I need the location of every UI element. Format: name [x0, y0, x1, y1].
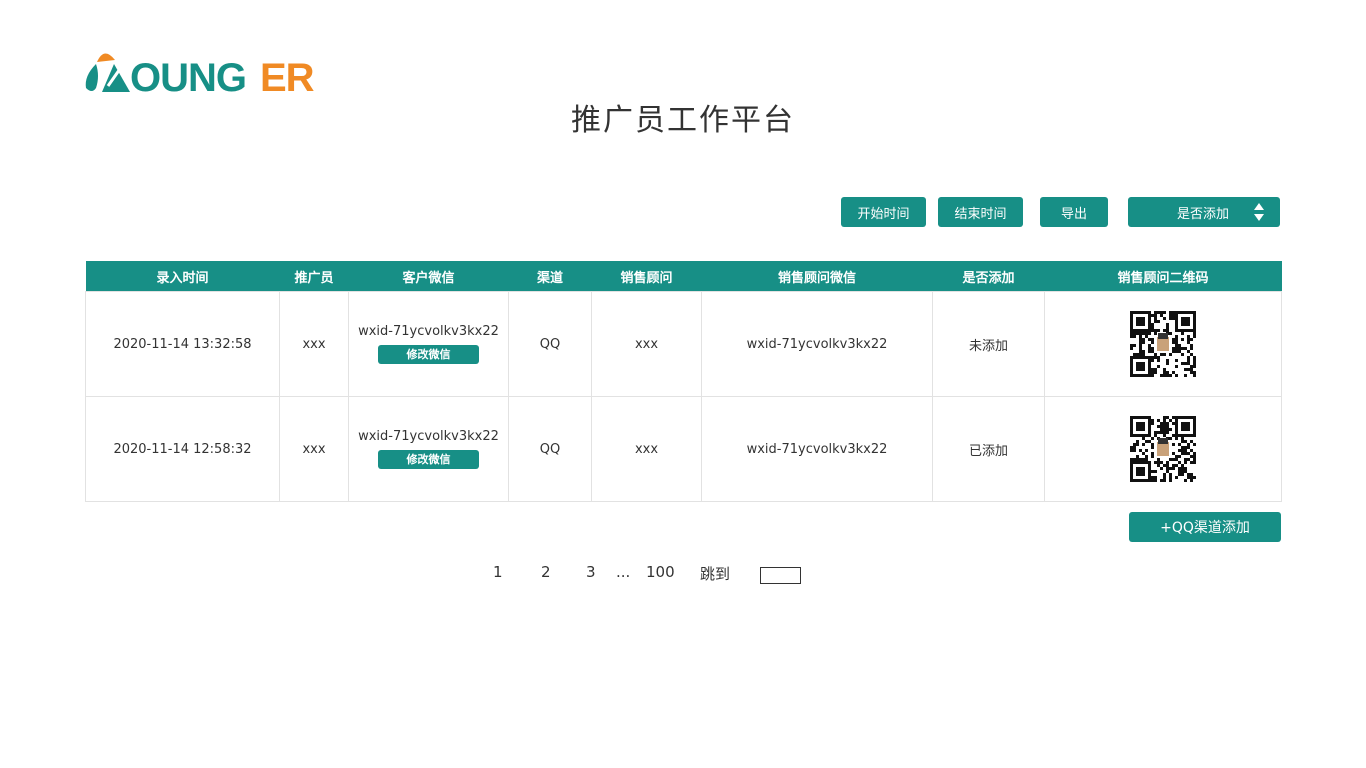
page-link-2[interactable]: 2 [541, 563, 551, 581]
column-header: 录入时间 [85, 261, 280, 292]
column-header: 客户微信 [348, 261, 509, 292]
column-header: 销售顾问 [591, 261, 702, 292]
entry-time-cell: 2020-11-14 13:32:58 [85, 291, 280, 397]
qr-code-icon [1130, 416, 1196, 482]
column-header: 渠道 [508, 261, 592, 292]
start-time-button[interactable]: 开始时间 [841, 197, 926, 227]
advisor-cell: xxx [591, 396, 702, 502]
edit-wechat-button[interactable]: 修改微信 [378, 345, 479, 364]
svg-text:ER: ER [260, 56, 315, 96]
svg-text:OUNG: OUNG [130, 56, 246, 96]
channel-cell: QQ [508, 291, 592, 397]
qr-code-cell [1044, 396, 1282, 502]
qr-code-icon [1130, 311, 1196, 377]
page-link-3[interactable]: 3 [586, 563, 596, 581]
advisor-wechat-cell: wxid-71ycvolkv3kx22 [701, 396, 933, 502]
promoter-cell: xxx [279, 396, 349, 502]
table-header-row: 录入时间 推广员 客户微信 渠道 销售顾问 销售顾问微信 是否添加 销售顾问二维… [85, 261, 1282, 292]
add-qq-channel-button[interactable]: +QQ渠道添加 [1129, 512, 1281, 542]
customer-wechat-cell: wxid-71ycvolkv3kx22 修改微信 [348, 396, 509, 502]
export-button[interactable]: 导出 [1040, 197, 1108, 227]
end-time-button[interactable]: 结束时间 [938, 197, 1023, 227]
column-header: 销售顾问二维码 [1044, 261, 1282, 292]
added-status-cell: 已添加 [932, 396, 1045, 502]
page-link-1[interactable]: 1 [493, 563, 503, 581]
table-row: 2020-11-14 13:32:58 xxx wxid-71ycvolkv3k… [85, 291, 1282, 397]
page-ellipsis: ... [616, 563, 631, 581]
promoter-cell: xxx [279, 291, 349, 397]
records-table: 录入时间 推广员 客户微信 渠道 销售顾问 销售顾问微信 是否添加 销售顾问二维… [85, 261, 1282, 502]
customer-wechat-value: wxid-71ycvolkv3kx22 [358, 429, 499, 444]
younger-logo: OUNG ER [85, 53, 316, 96]
customer-wechat-cell: wxid-71ycvolkv3kx22 修改微信 [348, 291, 509, 397]
edit-wechat-button[interactable]: 修改微信 [378, 450, 479, 469]
jump-label: 跳到 [700, 565, 731, 583]
added-filter-select[interactable]: 是否添加 [1128, 197, 1280, 227]
column-header: 推广员 [279, 261, 349, 292]
advisor-cell: xxx [591, 291, 702, 397]
column-header: 是否添加 [932, 261, 1045, 292]
table-row: 2020-11-14 12:58:32 xxx wxid-71ycvolkv3k… [85, 396, 1282, 502]
sort-arrows-icon [1254, 203, 1264, 221]
customer-wechat-value: wxid-71ycvolkv3kx22 [358, 324, 499, 339]
qr-code-cell [1044, 291, 1282, 397]
channel-cell: QQ [508, 396, 592, 502]
column-header: 销售顾问微信 [701, 261, 933, 292]
jump-page-input[interactable] [760, 567, 801, 584]
page-link-last[interactable]: 100 [646, 563, 675, 581]
entry-time-cell: 2020-11-14 12:58:32 [85, 396, 280, 502]
advisor-wechat-cell: wxid-71ycvolkv3kx22 [701, 291, 933, 397]
page-title: 推广员工作平台 [571, 103, 795, 138]
added-status-cell: 未添加 [932, 291, 1045, 397]
